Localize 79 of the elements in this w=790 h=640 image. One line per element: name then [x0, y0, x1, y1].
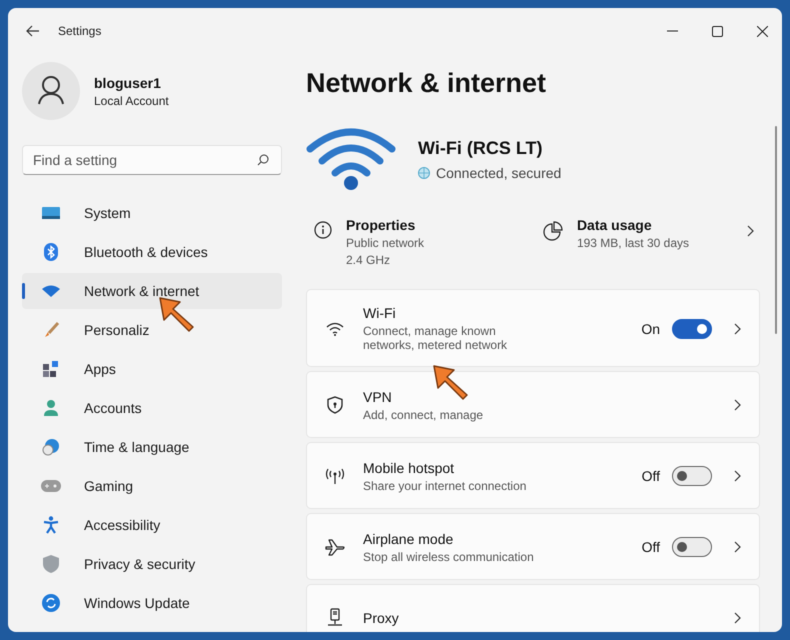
sidebar-item[interactable]: Gaming — [22, 468, 282, 504]
toggle-state-label: On — [641, 320, 660, 336]
proxy-server-icon — [326, 608, 344, 628]
person-icon — [41, 399, 61, 417]
page-title: Network & internet — [306, 68, 548, 99]
pie-chart-icon[interactable] — [542, 221, 563, 241]
settings-card[interactable]: Mobile hotspot Share your internet connection Off — [306, 442, 760, 509]
toggle-state-label: Off — [642, 539, 660, 555]
update-icon — [41, 594, 61, 612]
close-icon[interactable] — [757, 26, 768, 36]
card-title: Wi-Fi — [363, 305, 397, 321]
minimize-icon[interactable] — [667, 30, 678, 32]
sidebar-item[interactable]: Network & internet — [22, 273, 282, 309]
settings-card[interactable]: Airplane mode Stop all wireless communication Off — [306, 513, 760, 580]
toggle-switch[interactable] — [672, 466, 712, 486]
sidebar-item[interactable]: Time & language — [22, 429, 282, 465]
globe-clock-icon — [41, 438, 61, 456]
accessibility-icon — [41, 516, 61, 534]
maximize-icon[interactable] — [712, 26, 723, 36]
hotspot-icon — [325, 467, 345, 485]
sidebar-item[interactable]: Privacy & security — [22, 546, 282, 582]
toggle-state-label: Off — [642, 468, 660, 484]
data-usage-detail: 193 MB, last 30 days — [576, 236, 689, 250]
card-title: Airplane mode — [363, 530, 454, 546]
monitor-icon — [41, 206, 61, 220]
scrollbar[interactable] — [775, 126, 777, 334]
wifi-icon — [326, 322, 344, 336]
toggle-switch[interactable] — [672, 537, 712, 557]
chevron-right-icon[interactable] — [747, 225, 754, 237]
avatar-icon[interactable] — [22, 62, 80, 120]
search-icon — [257, 154, 269, 166]
chevron-right-icon — [734, 612, 741, 624]
shield-icon — [41, 555, 61, 573]
shield-lock-icon — [327, 396, 343, 414]
airplane-icon — [325, 538, 345, 556]
data-usage-link[interactable]: Data usage — [576, 217, 689, 233]
sidebar-item[interactable]: Bluetooth & devices — [22, 234, 282, 270]
gamepad-icon — [41, 480, 61, 492]
chevron-right-icon — [734, 322, 741, 334]
card-title: Mobile hotspot — [363, 460, 456, 476]
property-value: Public network — [346, 236, 424, 250]
card-description: Share your internet connection — [363, 478, 528, 492]
sidebar-item[interactable]: Personaliz — [22, 312, 282, 348]
settings-card[interactable]: VPN Add, connect, manage — [306, 371, 760, 438]
wifi-icon — [41, 285, 61, 297]
settings-card[interactable]: Wi-Fi Connect, manage known networks, metered network On — [306, 289, 760, 367]
pointer-arrow — [432, 364, 470, 402]
properties-link[interactable]: Properties — [346, 217, 424, 233]
bluetooth-icon — [41, 243, 61, 261]
card-title: VPN — [363, 388, 393, 404]
sidebar-item[interactable]: Apps — [22, 351, 282, 387]
user-name: bloguser1 — [94, 74, 162, 90]
card-description: Stop all wireless communication — [363, 550, 535, 564]
chevron-right-icon — [734, 470, 741, 482]
network-name: Wi-Fi (RCS LT) — [418, 138, 544, 158]
wifi-icon — [306, 127, 396, 191]
globe-icon — [418, 166, 430, 178]
property-value: 2.4 GHz — [346, 253, 392, 267]
info-icon[interactable] — [314, 221, 332, 239]
search-field[interactable]: Find a setting — [22, 145, 282, 175]
settings-card[interactable]: Proxy — [306, 584, 760, 632]
selection-indicator — [22, 283, 25, 299]
sidebar-item[interactable]: Accessibility — [22, 507, 282, 543]
search-input[interactable]: Find a setting — [33, 152, 257, 168]
connection-status: Connected, secured — [436, 164, 562, 180]
card-description: Add, connect, manage — [363, 408, 484, 422]
back-arrow-icon[interactable] — [26, 25, 40, 37]
chevron-right-icon — [734, 399, 741, 411]
sidebar-item[interactable]: System — [22, 195, 282, 231]
toggle-switch[interactable] — [672, 318, 712, 338]
apps-icon — [41, 361, 61, 377]
card-title: Proxy — [363, 610, 400, 626]
account-type: Local Account — [94, 94, 169, 108]
window-title: Settings — [58, 24, 102, 38]
card-description: Connect, manage known networks, metered network — [363, 324, 508, 352]
chevron-right-icon — [734, 541, 741, 553]
sidebar-item[interactable]: Accounts — [22, 390, 282, 426]
sidebar-item[interactable]: Windows Update — [22, 585, 282, 621]
pointer-arrow — [158, 296, 196, 334]
